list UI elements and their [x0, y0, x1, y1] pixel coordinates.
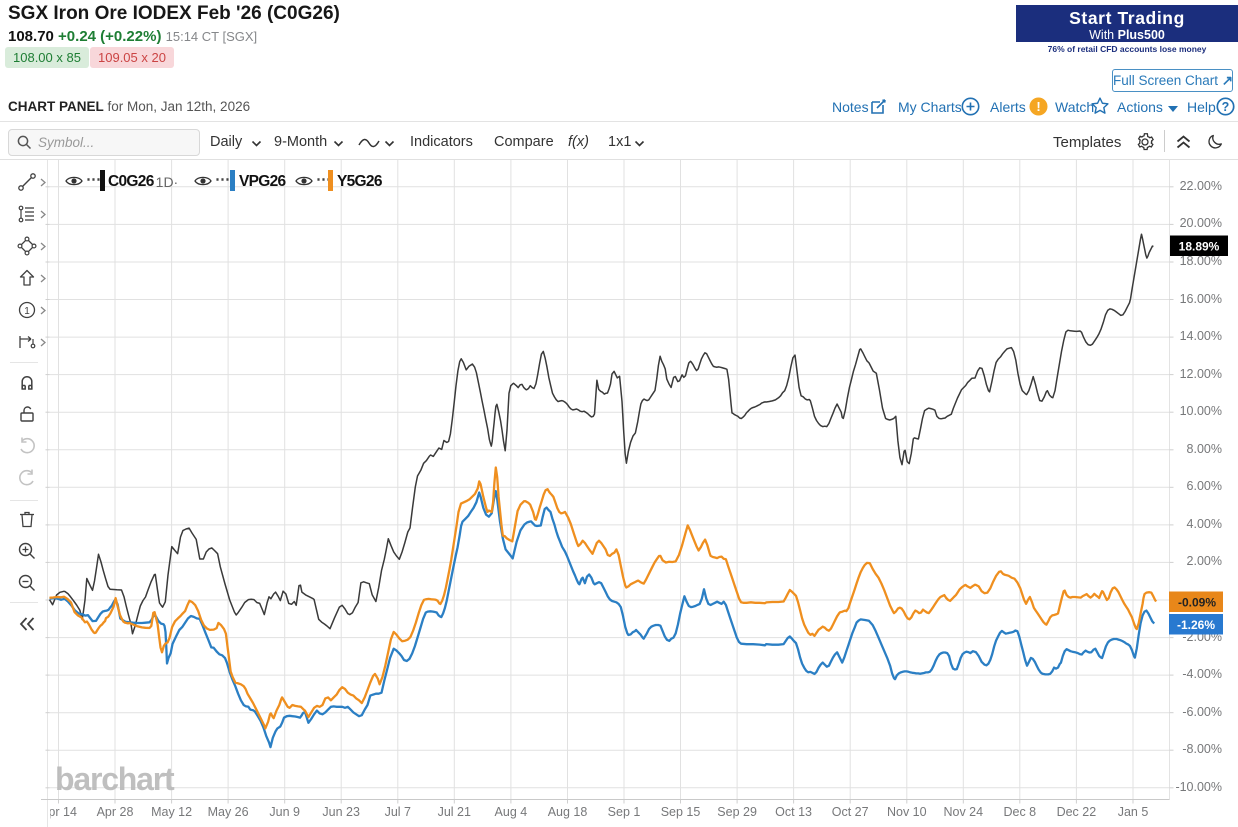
svg-text:barchart: barchart	[55, 761, 175, 797]
svg-text:18.89%: 18.89%	[1179, 240, 1220, 254]
svg-text:-1.26%: -1.26%	[1177, 618, 1215, 632]
svg-text:-0.09%: -0.09%	[1178, 596, 1216, 610]
